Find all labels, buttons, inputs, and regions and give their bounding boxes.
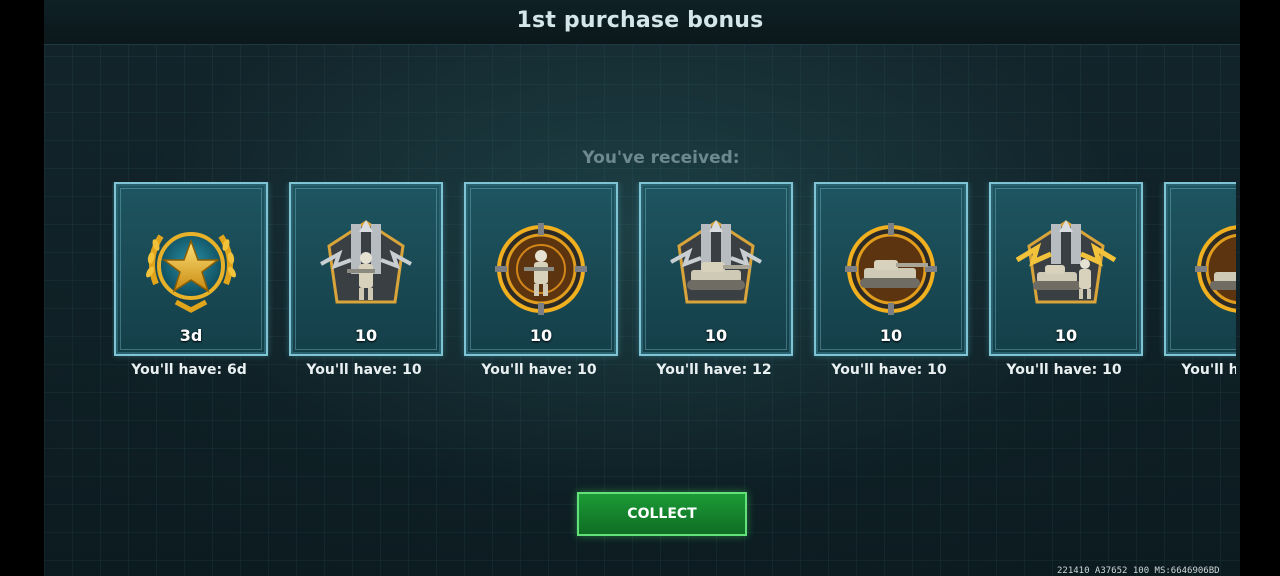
- reward-card[interactable]: 10 You'll have: 10: [287, 182, 461, 378]
- reward-card[interactable]: 10 You'll have: 10: [812, 182, 986, 378]
- reward-you-will-have: You'll have: 10: [1006, 362, 1122, 378]
- received-label: You've received:: [582, 148, 740, 168]
- reward-card[interactable]: 3d You'll have: 6d: [112, 182, 286, 378]
- reward-quantity: 10: [529, 326, 553, 345]
- collect-button[interactable]: COLLECT: [577, 492, 747, 536]
- reward-card-frame: 10: [989, 182, 1143, 356]
- army-target-badge-icon: [1195, 225, 1236, 313]
- reward-quantity: 10: [1054, 326, 1078, 345]
- reward-card-frame: 10: [289, 182, 443, 356]
- right-black-bar: [1240, 0, 1280, 576]
- left-black-bar: [0, 0, 44, 576]
- infantry-lightning-badge-icon: [320, 220, 412, 304]
- rewards-carousel[interactable]: 3d You'll have: 6d 10 You'll have: 10 10…: [112, 182, 1236, 392]
- reward-quantity: 10: [704, 326, 728, 345]
- tank-lightning-badge-icon: [670, 220, 762, 304]
- reward-card[interactable]: 1 You'll have: 10: [1162, 182, 1236, 378]
- reward-card-frame: 10: [814, 182, 968, 356]
- reward-you-will-have: You'll have: 6d: [131, 362, 247, 378]
- reward-you-will-have: You'll have: 10: [481, 362, 597, 378]
- reward-card-frame: 1: [1164, 182, 1236, 356]
- tank-target-badge-icon: [845, 223, 937, 315]
- reward-quantity: 3d: [179, 326, 203, 345]
- infantry-target-badge-icon: [495, 223, 587, 315]
- reward-quantity: 10: [354, 326, 378, 345]
- reward-card[interactable]: 10 You'll have: 10: [987, 182, 1161, 378]
- reward-you-will-have: You'll have: 10: [306, 362, 422, 378]
- army-gold-lightning-badge-icon: [1015, 220, 1117, 304]
- debug-build-info: 221410 A37652 100 MS:6646906BD: [1057, 566, 1220, 576]
- reward-you-will-have: You'll have: 12: [656, 362, 772, 378]
- reward-card-frame: 10: [464, 182, 618, 356]
- reward-card[interactable]: 10 You'll have: 10: [462, 182, 636, 378]
- reward-card-frame: 3d: [114, 182, 268, 356]
- reward-you-will-have: You'll have: 10: [1181, 362, 1236, 378]
- reward-card[interactable]: 10 You'll have: 12: [637, 182, 811, 378]
- page-title: 1st purchase bonus: [516, 8, 764, 33]
- game-screen: 1st purchase bonus You've received: 3d Y…: [0, 0, 1280, 576]
- gold-star-laurel-icon: [146, 232, 236, 313]
- reward-quantity: 10: [879, 326, 903, 345]
- reward-card-frame: 10: [639, 182, 793, 356]
- reward-you-will-have: You'll have: 10: [831, 362, 947, 378]
- reward-quantity: 1: [1166, 326, 1236, 345]
